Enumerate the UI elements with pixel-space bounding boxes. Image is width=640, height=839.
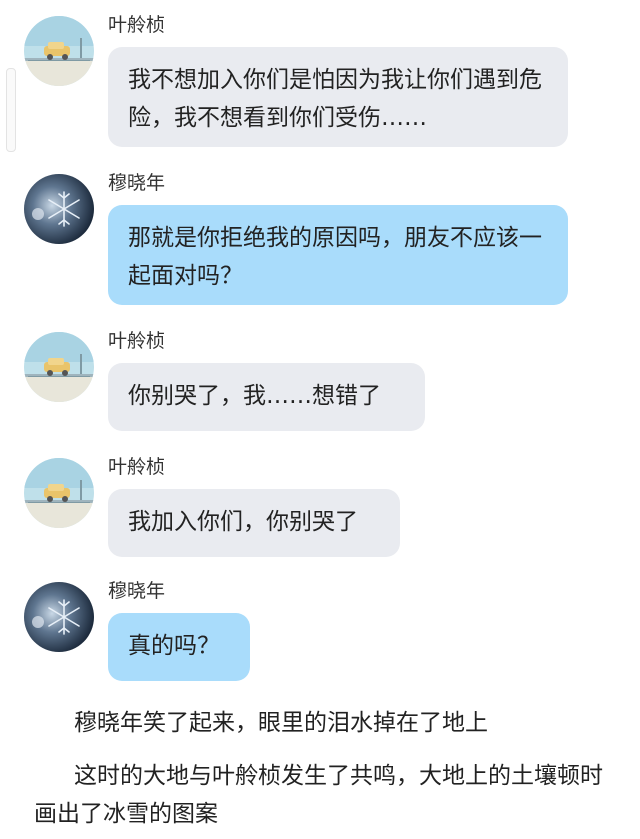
message-bubble[interactable]: 我不想加入你们是怕因为我让你们遇到危险，我不想看到你们受伤…… xyxy=(108,47,568,147)
avatar-beach-car[interactable] xyxy=(24,332,94,402)
message-bubble[interactable]: 那就是你拒绝我的原因吗，朋友不应该一起面对吗？ xyxy=(108,205,568,305)
sender-name: 叶舲桢 xyxy=(108,330,166,352)
avatar-snowflake[interactable] xyxy=(24,174,94,244)
avatar-beach-car[interactable] xyxy=(24,458,94,528)
narration-paragraph: 这时的大地与叶舲桢发生了共鸣，大地上的土壤顿时画出了冰雪的图案 xyxy=(34,763,603,827)
message-bubble[interactable]: 你别哭了，我……想错了 xyxy=(108,363,425,431)
message-bubble[interactable]: 我加入你们，你别哭了 xyxy=(108,489,400,557)
beach-car-icon xyxy=(24,458,94,528)
sender-name: 叶舲桢 xyxy=(108,14,166,36)
avatar-snowflake[interactable] xyxy=(24,582,94,652)
snowflake-icon xyxy=(24,174,94,244)
scroll-indicator[interactable] xyxy=(6,68,16,152)
beach-car-icon xyxy=(24,332,94,402)
sender-name: 穆晓年 xyxy=(108,580,166,602)
sender-name: 穆晓年 xyxy=(108,172,166,194)
narration-paragraph: 穆晓年笑了起来，眼里的泪水掉在了地上 xyxy=(74,710,488,736)
message-bubble[interactable]: 真的吗？ xyxy=(108,613,250,681)
snowflake-icon xyxy=(24,582,94,652)
avatar-beach-car[interactable] xyxy=(24,16,94,86)
beach-car-icon xyxy=(24,16,94,86)
sender-name: 叶舲桢 xyxy=(108,456,166,478)
